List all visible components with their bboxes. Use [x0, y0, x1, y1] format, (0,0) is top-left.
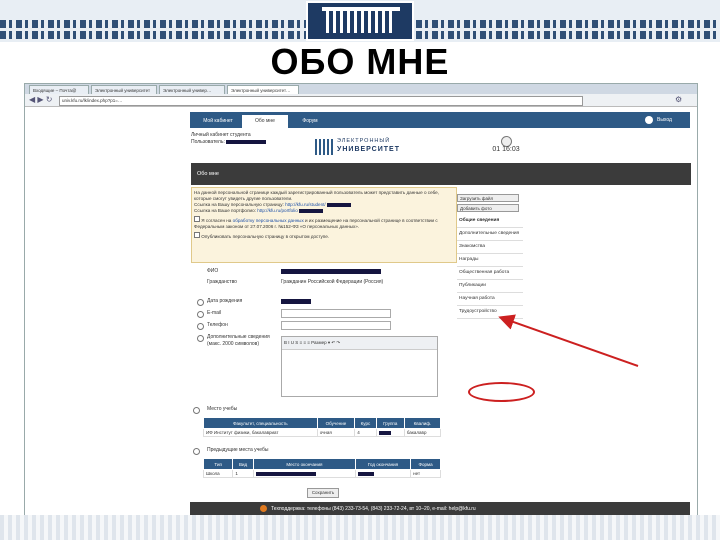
slide-bottom-ornament	[0, 515, 720, 540]
pointer-arrow	[498, 314, 639, 367]
annotation-overlay	[498, 314, 639, 367]
